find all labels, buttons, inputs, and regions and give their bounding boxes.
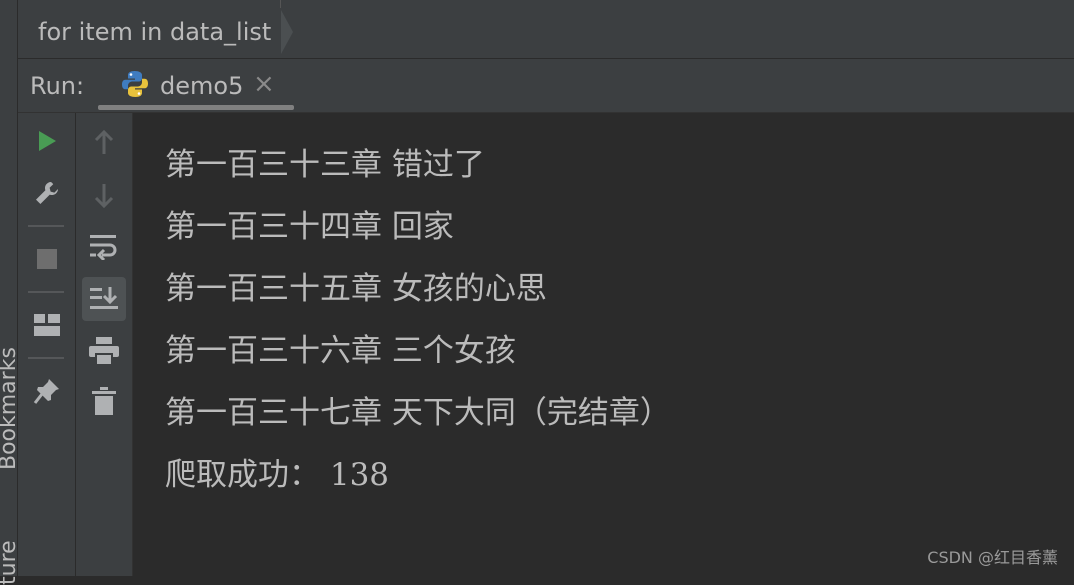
pin-icon — [33, 379, 59, 404]
arrow-up-icon — [94, 130, 114, 154]
run-label: Run: — [30, 72, 85, 100]
scroll-to-end-button[interactable] — [82, 277, 126, 321]
soft-wrap-icon — [90, 235, 117, 260]
close-icon[interactable]: × — [253, 69, 275, 99]
console-line: 第一百三十四章 回家 — [165, 209, 454, 245]
stop-icon — [37, 249, 57, 269]
print-button[interactable] — [82, 329, 126, 373]
layout-icon — [34, 314, 60, 336]
breadcrumb-separator-icon — [281, 10, 293, 54]
pin-tab-button[interactable] — [25, 369, 69, 413]
divider — [280, 0, 281, 8]
modify-run-config-button[interactable] — [25, 171, 69, 215]
print-icon — [89, 337, 119, 365]
run-toolbar-secondary — [76, 113, 133, 576]
run-toolbar-primary — [18, 113, 76, 576]
watermark: CSDN @红目香薰 — [927, 548, 1058, 567]
console-line: 第一百三十五章 女孩的心思 — [165, 271, 547, 307]
python-icon — [122, 71, 148, 97]
breadcrumb-item[interactable]: for item in data_list — [38, 18, 271, 46]
layout-button[interactable] — [25, 303, 69, 347]
soft-wrap-button[interactable] — [82, 225, 126, 269]
run-tab-label: demo5 — [160, 72, 244, 100]
wrench-icon — [36, 181, 59, 204]
active-tab-indicator — [98, 105, 294, 110]
console-line: 第一百三十三章 错过了 — [165, 147, 485, 183]
stop-button[interactable] — [25, 237, 69, 281]
breadcrumb-bar: for item in data_list — [18, 0, 1074, 59]
run-tool-window-header: Run: demo5 × — [18, 59, 1074, 113]
down-stack-trace-button[interactable] — [82, 173, 126, 217]
up-stack-trace-button[interactable] — [82, 121, 126, 165]
trash-icon — [92, 387, 116, 415]
console-line: 第一百三十七章 天下大同（完结章） — [165, 395, 671, 431]
console-line: 第一百三十六章 三个女孩 — [165, 333, 516, 369]
run-tab-demo5[interactable]: demo5 × — [98, 59, 294, 112]
arrow-down-icon — [94, 184, 114, 208]
console-output[interactable]: 第一百三十三章 错过了 第一百三十四章 回家 第一百三十五章 女孩的心思 第一百… — [133, 113, 1074, 576]
rerun-button[interactable] — [25, 119, 69, 163]
scroll-to-end-icon — [90, 287, 118, 309]
divider — [28, 225, 64, 227]
divider — [28, 291, 64, 293]
clear-all-button[interactable] — [82, 379, 126, 423]
left-tool-strip: Bookmarks ture — [0, 0, 21, 585]
rerun-play-icon — [39, 131, 56, 151]
divider — [28, 357, 64, 359]
console-line: 爬取成功： 138 — [165, 457, 390, 493]
